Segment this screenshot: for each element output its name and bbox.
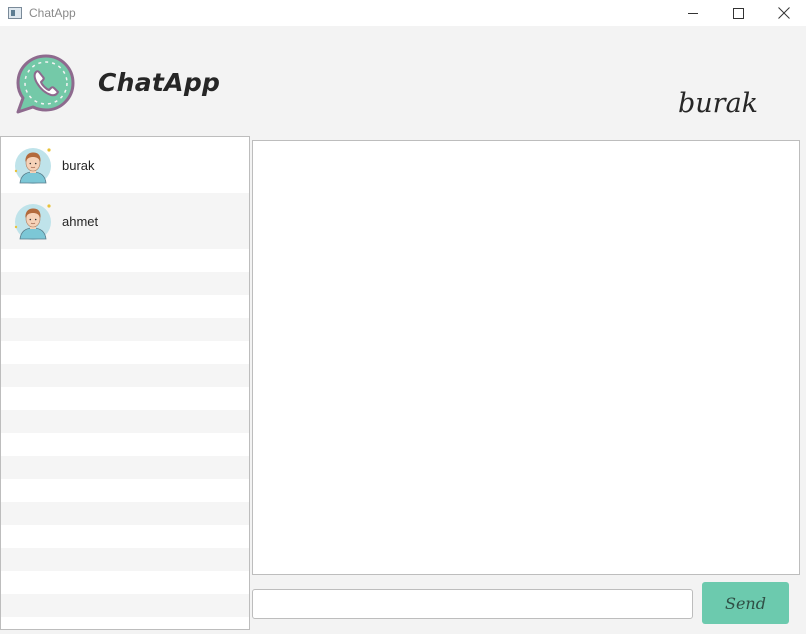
close-icon (777, 7, 790, 19)
message-display-area[interactable] (252, 140, 800, 575)
app-window-icon (8, 7, 22, 19)
list-row (1, 548, 249, 571)
list-row (1, 594, 249, 617)
list-row (1, 272, 249, 295)
minimize-button[interactable] (671, 0, 716, 26)
close-button[interactable] (761, 0, 806, 26)
user-avatar-icon (14, 148, 51, 184)
list-row (1, 617, 249, 629)
maximize-button[interactable] (716, 0, 761, 26)
window-title: ChatApp (29, 6, 76, 20)
list-row (1, 525, 249, 548)
contact-list[interactable]: burak ahmet (0, 136, 250, 630)
user-avatar-icon (14, 204, 51, 240)
current-user-name: burak (678, 88, 759, 119)
list-row (1, 571, 249, 594)
list-row (1, 341, 249, 364)
app-title: ChatApp (98, 68, 221, 97)
minimize-icon (688, 12, 698, 14)
phone-chat-bubble-icon (15, 53, 77, 115)
list-row (1, 479, 249, 502)
contact-item-ahmet[interactable]: ahmet (1, 193, 249, 249)
contact-item-burak[interactable]: burak (1, 137, 249, 193)
window-controls (671, 0, 806, 26)
contact-name: burak (62, 157, 95, 173)
list-row (1, 387, 249, 410)
list-row (1, 502, 249, 525)
list-row (1, 318, 249, 341)
send-button[interactable]: Send (702, 582, 789, 624)
list-row (1, 456, 249, 479)
list-row (1, 410, 249, 433)
title-bar: ChatApp (0, 0, 806, 26)
contact-name: ahmet (62, 213, 99, 229)
list-row (1, 295, 249, 318)
message-input[interactable] (252, 589, 693, 619)
list-row (1, 249, 249, 272)
list-row (1, 433, 249, 456)
list-row (1, 364, 249, 387)
maximize-icon (733, 7, 744, 19)
